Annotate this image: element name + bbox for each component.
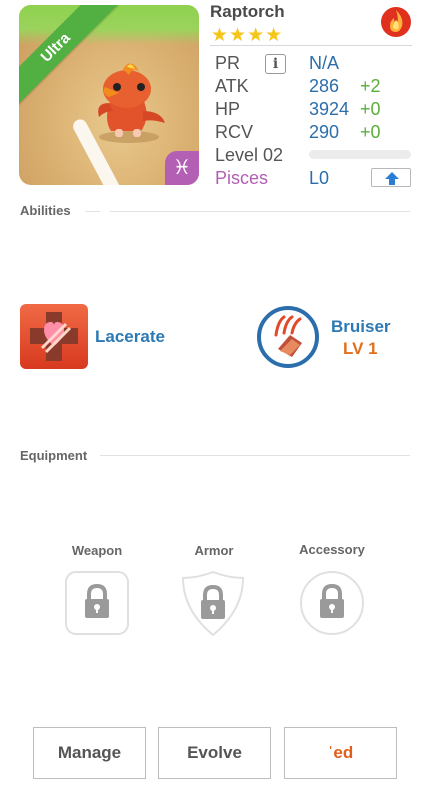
evolve-button[interactable]: Evolve (158, 727, 271, 779)
xp-progress-bar (309, 150, 411, 159)
ability-lacerate-name[interactable]: Lacerate (95, 327, 165, 347)
rcv-label: RCV (215, 122, 254, 142)
arrow-up-icon (385, 172, 399, 185)
monster-sprite (98, 63, 165, 143)
pr-label: PR (215, 53, 241, 73)
atk-value: 286 (309, 76, 340, 96)
ability-bruiser-level: LV 1 (343, 339, 378, 358)
hp-value: 3924 (309, 99, 350, 119)
abilities-divider-short (85, 211, 100, 212)
equipment-divider (100, 455, 410, 456)
zodiac-badge-icon: ♓ (165, 151, 199, 185)
level-label: Level 02 (215, 145, 284, 165)
zodiac-level-value: L0 (309, 168, 330, 188)
fire-icon (381, 7, 411, 37)
monster-portrait[interactable]: Ultra ♓ (19, 5, 199, 185)
hp-label: HP (215, 99, 241, 119)
atk-bonus: +2 (360, 76, 381, 96)
zodiac-label: Pisces (215, 168, 269, 188)
armor-slot-label: Armor (194, 543, 234, 558)
pr-value: N/A (309, 53, 340, 73)
rcv-value: 290 (309, 122, 340, 142)
feed-button[interactable]: ˈed (284, 727, 397, 779)
accessory-slot[interactable] (299, 570, 365, 636)
equipment-section-title: Equipment (20, 448, 88, 463)
atk-label: ATK (215, 76, 249, 96)
weapon-slot-label: Weapon (71, 543, 123, 558)
ability-bruiser-name[interactable]: Bruiser (331, 317, 391, 337)
info-icon[interactable]: i (265, 54, 286, 74)
stats-divider (210, 45, 412, 46)
star-rating: ★★★★ (211, 25, 284, 46)
lacerate-heart-icon[interactable] (20, 304, 88, 369)
feed-button-label: ˈed (327, 743, 354, 762)
accessory-slot-label: Accessory (299, 542, 365, 557)
hp-bonus: +0 (360, 99, 381, 119)
rcv-bonus: +0 (360, 122, 381, 142)
bruiser-claw-icon[interactable] (256, 305, 320, 369)
zodiac-upgrade-button[interactable] (371, 168, 411, 187)
monster-name: Raptorch (210, 2, 285, 21)
manage-button[interactable]: Manage (33, 727, 146, 779)
armor-slot[interactable] (181, 570, 245, 637)
weapon-slot[interactable] (65, 571, 129, 635)
abilities-divider (110, 211, 410, 212)
abilities-section-title: Abilities (20, 203, 71, 218)
